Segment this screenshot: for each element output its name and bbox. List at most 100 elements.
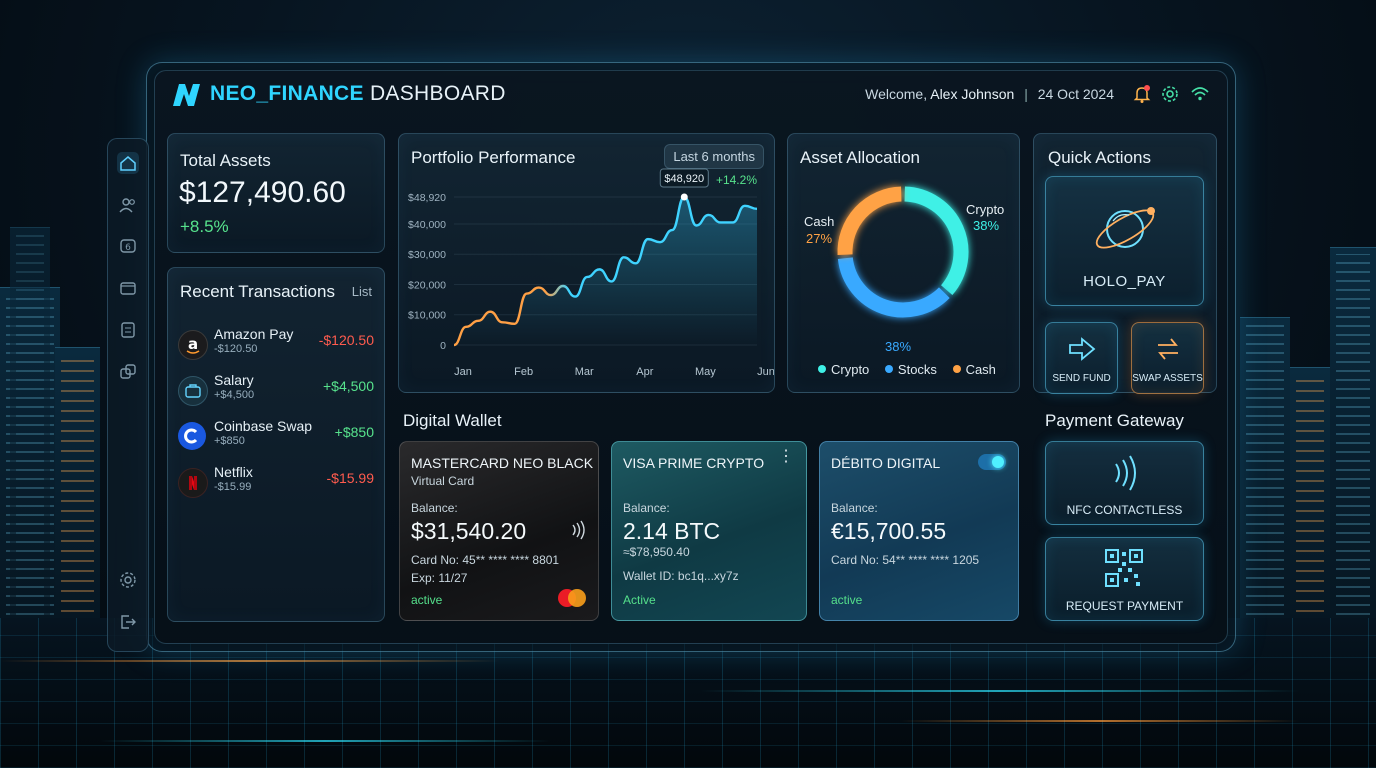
svg-text:6: 6 (125, 243, 131, 253)
transaction-row[interactable]: a Amazon Pay -$120.50 -$120.50 (178, 326, 374, 362)
send-fund-button[interactable]: SEND FUND (1045, 322, 1118, 394)
y-tick-label: $20,000 (408, 279, 446, 291)
wallet-id: Wallet ID: bc1q...xy7z (623, 569, 739, 583)
sidebar-item-wallet[interactable] (117, 277, 139, 299)
cash-label: Cash (804, 214, 835, 229)
donut-slice-cash (837, 186, 902, 256)
sidebar-item-exchange[interactable] (117, 361, 139, 383)
holo-pay-label: HOLO_PAY (1083, 273, 1166, 290)
mastercard-logo-icon (558, 589, 586, 607)
wallet-card-debito[interactable]: DÉBITO DIGITAL Balance: €15,700.55 Card … (819, 441, 1019, 621)
dollar-icon: 6 (120, 239, 136, 253)
logout-icon (121, 615, 136, 629)
sidebar-item-users[interactable] (117, 194, 139, 216)
card-status: Active (623, 593, 656, 607)
transaction-amount: +$850 (334, 424, 374, 440)
x-tick-label: Feb (514, 366, 533, 378)
card-title: DÉBITO DIGITAL (831, 455, 941, 471)
qr-code-icon (1105, 549, 1143, 587)
legend-item-stocks: Stocks (884, 362, 937, 377)
svg-text:a: a (188, 335, 198, 353)
arrow-right-icon (1069, 337, 1096, 361)
briefcase-icon (178, 376, 208, 406)
contactless-icon (572, 520, 585, 540)
tooltip-value: $48,920 (664, 173, 704, 185)
request-payment-label: REQUEST PAYMENT (1065, 599, 1184, 613)
more-options-icon[interactable]: ⋮ (778, 449, 794, 465)
transactions-title: Recent Transactions (180, 282, 335, 301)
transaction-name: Salary (214, 372, 254, 388)
holo-pay-button[interactable]: HOLO_PAY (1045, 176, 1204, 306)
header: NEO_FINANCE DASHBOARD Welcome, Alex John… (168, 74, 1218, 116)
y-tick-label: $48,920 (408, 192, 446, 204)
card-toggle[interactable] (978, 454, 1006, 470)
sidebar-item-logout[interactable] (117, 611, 139, 633)
allocation-legend: Crypto Stocks Cash (818, 362, 996, 377)
wifi-icon[interactable] (1190, 84, 1210, 104)
balance-label: Balance: (831, 501, 878, 515)
send-fund-label: SEND FUND (1052, 373, 1111, 384)
transaction-row[interactable]: Salary +$4,500 +$4,500 (178, 372, 374, 408)
gateway-title: Payment Gateway (1045, 411, 1184, 430)
transaction-sub: +$4,500 (214, 389, 255, 401)
card-balance: $31,540.20 (411, 518, 527, 544)
sidebar-item-payments[interactable]: 6 (117, 235, 139, 257)
portfolio-line-chart: $48,920 $40,000 $30,000 $20,000 $10,000 0 Jan… (408, 168, 774, 378)
planet-orbit-icon (1095, 207, 1155, 249)
user-name: Alex Johnson (930, 86, 1015, 102)
netflix-icon (178, 468, 208, 498)
transaction-row[interactable]: Coinbase Swap +$850 +$850 (178, 418, 374, 454)
transaction-sub: +$850 (214, 435, 245, 447)
wallet-card-mastercard[interactable]: MASTERCARD NEO BLACK Virtual Card Balanc… (399, 441, 599, 621)
transaction-amount: +$4,500 (323, 378, 374, 394)
report-icon (121, 322, 135, 338)
transactions-list-button[interactable]: List (352, 284, 372, 299)
transaction-name: Amazon Pay (214, 326, 294, 342)
donut-slice-stocks (837, 257, 950, 318)
transaction-amount: -$15.99 (326, 470, 374, 486)
exchange-icon (120, 364, 136, 379)
sidebar-item-home[interactable] (117, 152, 139, 174)
legend-item-crypto: Crypto (818, 362, 869, 377)
transaction-row[interactable]: Netflix -$15.99 -$15.99 (178, 464, 374, 500)
x-tick-label: May (695, 366, 716, 378)
card-balance: €15,700.55 (831, 518, 947, 544)
gear-icon[interactable] (1160, 84, 1180, 104)
swap-icon (1158, 338, 1178, 360)
card-title: MASTERCARD NEO BLACK (411, 455, 594, 471)
card-status: active (411, 593, 443, 607)
card-expiry: Exp: 11/27 (411, 571, 468, 585)
request-payment-button[interactable]: REQUEST PAYMENT (1045, 537, 1204, 621)
sidebar-item-reports[interactable] (117, 319, 139, 341)
sidebar-item-settings[interactable] (117, 569, 139, 591)
transaction-sub: -$120.50 (214, 343, 258, 355)
legend-item-cash: Cash (952, 362, 996, 377)
header-separator: | (1024, 86, 1028, 102)
y-tick-label: $10,000 (408, 310, 446, 322)
swap-assets-button[interactable]: SWAP ASSETS (1131, 322, 1204, 394)
current-date: 24 Oct 2024 (1037, 86, 1114, 102)
x-tick-label: Mar (575, 366, 594, 378)
users-icon (119, 198, 135, 213)
performance-change: +14.2% (716, 173, 757, 187)
cash-value: 27% (806, 231, 833, 246)
crypto-label: Crypto (966, 202, 1005, 217)
transaction-amount: -$120.50 (318, 332, 374, 348)
x-tick-label: Jun (757, 366, 774, 378)
portfolio-card: Portfolio Performance Last 6 months $48,… (398, 133, 775, 393)
nfc-contactless-button[interactable]: NFC CONTACTLESS (1045, 441, 1204, 525)
x-tick-label: Jan (454, 366, 472, 378)
total-assets-value: $127,490.60 (179, 176, 346, 209)
y-tick-label: 0 (440, 340, 446, 352)
transaction-name: Netflix (214, 464, 253, 480)
wallet-card-visa[interactable]: VISA PRIME CRYPTO ⋮ Balance: 2.14 BTC ≈$… (611, 441, 807, 621)
chart-area (454, 197, 757, 345)
sidebar: 6 (107, 138, 149, 652)
bell-icon[interactable] (1132, 84, 1152, 104)
card-subtitle: Virtual Card (411, 474, 475, 488)
total-assets-title: Total Assets (180, 151, 271, 170)
x-tick-label: Apr (636, 366, 653, 378)
neo-logo-icon (173, 84, 200, 106)
card-balance: 2.14 BTC (623, 518, 721, 544)
allocation-card: Asset Allocation Cash 27% Crypto 38% 38%… (787, 133, 1020, 393)
